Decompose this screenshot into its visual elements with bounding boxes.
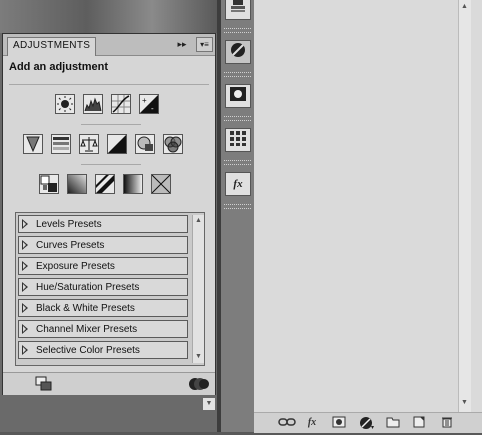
preset-label: Selective Color Presets bbox=[36, 345, 140, 356]
panel-menu-icon[interactable]: ▾≡ bbox=[196, 37, 213, 52]
preset-levels[interactable]: Levels Presets bbox=[18, 215, 188, 233]
panel-dock: fx bbox=[221, 0, 254, 432]
expand-triangle-icon[interactable] bbox=[22, 240, 28, 250]
scroll-down-icon[interactable]: ▼ bbox=[194, 352, 203, 361]
canvas-image-strip bbox=[0, 0, 217, 33]
adjustments-dock-icon[interactable] bbox=[225, 40, 251, 64]
panel-heading: Add an adjustment bbox=[9, 61, 109, 73]
color-balance-icon[interactable] bbox=[79, 134, 99, 154]
dock-separator bbox=[224, 116, 251, 121]
fx-icon[interactable]: fx bbox=[304, 416, 320, 430]
adjustment-layer-icon[interactable]: ▾ bbox=[358, 416, 376, 431]
expand-triangle-icon[interactable] bbox=[22, 261, 28, 271]
adjustment-icon-row-2 bbox=[23, 134, 203, 156]
adjustments-footer bbox=[3, 372, 215, 395]
scroll-down-icon[interactable]: ▼ bbox=[460, 398, 469, 407]
invert-icon[interactable] bbox=[39, 174, 59, 194]
layers-scrollbar[interactable]: ▲ ▼ bbox=[458, 0, 471, 412]
clone-source-icon[interactable] bbox=[225, 0, 251, 20]
trash-icon[interactable] bbox=[440, 416, 454, 430]
expand-triangle-icon[interactable] bbox=[22, 219, 28, 229]
collapse-icon[interactable]: ▸▸ bbox=[175, 38, 189, 50]
preset-label: Exposure Presets bbox=[36, 261, 115, 272]
expand-triangle-icon[interactable] bbox=[22, 345, 28, 355]
dock-separator bbox=[224, 72, 251, 77]
masks-dock-icon[interactable] bbox=[225, 84, 251, 108]
scroll-up-icon[interactable]: ▲ bbox=[460, 2, 469, 11]
black-white-icon[interactable] bbox=[107, 134, 127, 154]
clip-to-layer-icon[interactable] bbox=[189, 376, 209, 391]
posterize-icon[interactable] bbox=[67, 174, 87, 194]
adjustments-panel: ADJUSTMENTS ▸▸ ▾≡ Add an adjustment +- bbox=[2, 33, 216, 395]
return-to-list-icon[interactable] bbox=[35, 376, 53, 391]
mask-icon[interactable] bbox=[332, 416, 346, 430]
panel-tab-bar: ADJUSTMENTS ▸▸ ▾≡ bbox=[3, 34, 215, 56]
preset-black-white[interactable]: Black & White Presets bbox=[18, 299, 188, 317]
gradient-map-icon[interactable] bbox=[123, 174, 143, 194]
dock-separator bbox=[224, 28, 251, 33]
expand-triangle-icon[interactable] bbox=[22, 324, 28, 334]
scroll-down-icon[interactable]: ▼ bbox=[203, 398, 215, 410]
preset-exposure[interactable]: Exposure Presets bbox=[18, 257, 188, 275]
expand-triangle-icon[interactable] bbox=[22, 282, 28, 292]
brightness-contrast-icon[interactable] bbox=[55, 94, 75, 114]
svg-text:-: - bbox=[151, 104, 154, 113]
swatches-dock-icon[interactable] bbox=[225, 128, 251, 152]
svg-text:▾: ▾ bbox=[371, 425, 374, 430]
preset-selective-color[interactable]: Selective Color Presets bbox=[18, 341, 188, 359]
presets-scrollbar[interactable]: ▲ ▼ bbox=[192, 215, 204, 363]
expand-triangle-icon[interactable] bbox=[22, 303, 28, 313]
folder-icon[interactable] bbox=[386, 416, 400, 430]
divider bbox=[81, 124, 141, 125]
curves-icon[interactable] bbox=[111, 94, 131, 114]
layers-footer: fx ▾ bbox=[254, 412, 482, 433]
preset-label: Channel Mixer Presets bbox=[36, 324, 138, 335]
tab-adjustments[interactable]: ADJUSTMENTS bbox=[7, 37, 97, 56]
preset-hue-saturation[interactable]: Hue/Saturation Presets bbox=[18, 278, 188, 296]
adjustment-icon-row-3 bbox=[39, 174, 189, 196]
preset-curves[interactable]: Curves Presets bbox=[18, 236, 188, 254]
link-icon[interactable] bbox=[278, 416, 296, 430]
divider bbox=[81, 164, 141, 165]
adjustment-icon-row-1: + - bbox=[55, 94, 175, 116]
layers-panel bbox=[254, 0, 482, 432]
threshold-icon[interactable] bbox=[95, 174, 115, 194]
styles-dock-icon[interactable]: fx bbox=[225, 172, 251, 196]
hue-saturation-icon[interactable] bbox=[51, 134, 71, 154]
scroll-up-icon[interactable]: ▲ bbox=[194, 216, 203, 225]
photo-filter-icon[interactable] bbox=[135, 134, 155, 154]
preset-label: Hue/Saturation Presets bbox=[36, 282, 140, 293]
vibrance-icon[interactable] bbox=[23, 134, 43, 154]
presets-list: Levels Presets Curves Presets Exposure P… bbox=[15, 212, 205, 366]
preset-label: Black & White Presets bbox=[36, 303, 135, 314]
selective-color-icon[interactable] bbox=[151, 174, 171, 194]
preset-label: Curves Presets bbox=[36, 240, 105, 251]
dock-separator bbox=[224, 204, 251, 209]
levels-icon[interactable] bbox=[83, 94, 103, 114]
channel-mixer-icon[interactable] bbox=[163, 134, 183, 154]
dock-separator bbox=[224, 160, 251, 165]
new-layer-icon[interactable] bbox=[412, 416, 426, 430]
divider bbox=[9, 84, 209, 85]
exposure-icon[interactable]: + - bbox=[139, 94, 159, 114]
preset-channel-mixer[interactable]: Channel Mixer Presets bbox=[18, 320, 188, 338]
svg-text:+: + bbox=[142, 96, 147, 105]
preset-label: Levels Presets bbox=[36, 219, 102, 230]
